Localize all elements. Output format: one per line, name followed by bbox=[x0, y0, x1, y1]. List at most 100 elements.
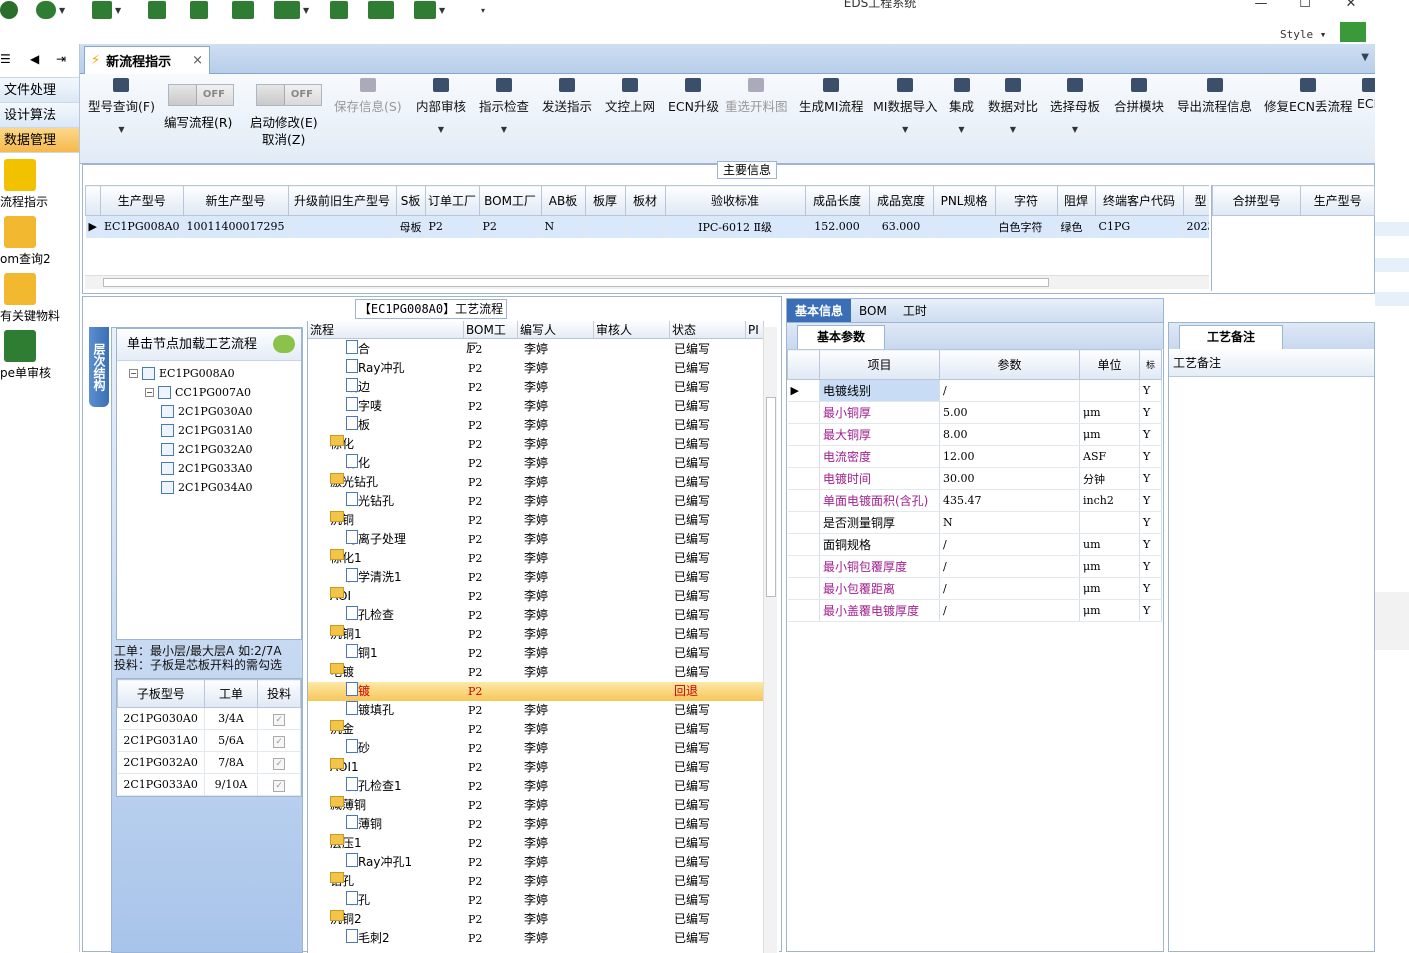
main-cell[interactable] bbox=[585, 215, 626, 238]
minimize-icon[interactable]: — bbox=[1246, 0, 1276, 11]
copy-icon[interactable] bbox=[232, 0, 254, 20]
process-row[interactable]: −沉铜 P2 李婷 已编写 bbox=[308, 511, 763, 530]
list-icon[interactable]: ▼ bbox=[274, 0, 309, 20]
process-row[interactable]: 盲孔检查 P2 李婷 已编写 bbox=[308, 606, 763, 625]
collapse-icon[interactable]: − bbox=[129, 369, 138, 378]
param-value[interactable]: / bbox=[939, 555, 1080, 578]
tab-process-notes[interactable]: 工艺备注 bbox=[1179, 325, 1283, 349]
ribbon-button[interactable]: 发送指示 bbox=[542, 78, 592, 115]
maximize-icon[interactable]: ☐ bbox=[1290, 0, 1320, 11]
process-row[interactable]: −棕化 P2 李婷 已编写 bbox=[308, 435, 763, 454]
tree-node[interactable]: − EC1PG008A0 bbox=[129, 367, 235, 380]
param-row[interactable]: 单面电镀面积(含孔) 435.47 inch2 Y bbox=[787, 489, 1162, 512]
dropdown-arrow-icon[interactable]: ▼ bbox=[1050, 125, 1100, 134]
settings-icon[interactable]: ▼ bbox=[36, 0, 65, 20]
param-row[interactable]: 电镀时间 30.00 分钟 Y bbox=[787, 467, 1162, 490]
tab-dropdown-icon[interactable]: ▼ bbox=[1361, 52, 1369, 63]
dropdown-arrow-icon[interactable]: ▼ bbox=[988, 125, 1038, 134]
feed-checkbox[interactable]: ✓ bbox=[273, 735, 286, 748]
main-cell[interactable]: 10011400017295 bbox=[183, 215, 289, 238]
tree-node[interactable]: 2C1PG031A0 bbox=[161, 424, 253, 437]
sub-row[interactable]: 2C1PG031A0 5/6A ✓ bbox=[117, 729, 301, 752]
tab-close-icon[interactable]: × bbox=[192, 53, 203, 68]
hierarchy-tab[interactable]: 层次结构 bbox=[89, 327, 109, 407]
cancel-modify-label[interactable]: 取消(Z) bbox=[262, 129, 305, 148]
sub-order[interactable]: 7/8A bbox=[204, 751, 259, 774]
process-row[interactable]: −棕化1 P2 李婷 已编写 bbox=[308, 549, 763, 568]
param-value[interactable]: / bbox=[939, 577, 1080, 600]
process-row[interactable]: 板镀 P2 回退 bbox=[308, 682, 763, 701]
process-row[interactable]: 烘板 P2 李婷 已编写 bbox=[308, 416, 763, 435]
ribbon-button[interactable]: 集成 ▼ bbox=[949, 78, 974, 134]
process-row[interactable]: 化学清洗1 P2 李婷 已编写 bbox=[308, 568, 763, 587]
sub-order[interactable]: 3/4A bbox=[204, 707, 259, 730]
ribbon-button[interactable]: 保存信息(S) bbox=[334, 78, 402, 115]
collapse-icon[interactable]: − bbox=[145, 388, 154, 397]
nav-menu-icon[interactable]: ☰ bbox=[0, 52, 11, 66]
dropdown-arrow-icon[interactable]: ▼ bbox=[949, 125, 974, 134]
param-row[interactable]: 最大铜厚 8.00 μm Y bbox=[787, 423, 1162, 446]
feed-checkbox[interactable]: ✓ bbox=[273, 779, 286, 792]
hscroll-thumb[interactable] bbox=[103, 278, 1049, 287]
tree-node[interactable]: − CC1PG007A0 bbox=[145, 386, 251, 399]
process-row[interactable]: 盲孔检查1 P2 李婷 已编写 bbox=[308, 777, 763, 796]
param-row[interactable]: ▶ 电镀线别 / Y bbox=[787, 379, 1162, 402]
sub-order[interactable]: 5/6A bbox=[204, 729, 259, 752]
process-row[interactable]: 棕化 P2 李婷 已编写 bbox=[308, 454, 763, 473]
process-row[interactable]: −AOI1 P2 李婷 已编写 bbox=[308, 758, 763, 777]
process-row[interactable]: 铣边 P2 李婷 已编写 bbox=[308, 378, 763, 397]
main-cell[interactable] bbox=[625, 215, 666, 238]
nav-item[interactable]: 设计算法 bbox=[0, 103, 79, 128]
process-vscroll[interactable] bbox=[763, 327, 777, 953]
process-row[interactable]: 电镀填孔 P2 李婷 已编写 bbox=[308, 701, 763, 720]
ribbon-button[interactable]: ECN升级 bbox=[668, 78, 719, 115]
toggle-start-modify[interactable]: OFF bbox=[256, 84, 322, 106]
nav-shortcut[interactable]: 流程指示 bbox=[0, 159, 80, 210]
main-cell[interactable]: 63.000 bbox=[869, 215, 934, 238]
main-info-hscroll[interactable] bbox=[85, 275, 1209, 289]
vscroll-thumb[interactable] bbox=[766, 397, 776, 597]
tree-node[interactable]: 2C1PG032A0 bbox=[161, 443, 253, 456]
sub-order[interactable]: 9/10A bbox=[204, 773, 259, 796]
process-row[interactable]: −沉铜2 P2 李婷 已编写 bbox=[308, 910, 763, 929]
toggle-write-process[interactable]: OFF bbox=[168, 84, 234, 106]
ribbon-button[interactable]: 内部审核 ▼ bbox=[416, 78, 466, 134]
customize-icon[interactable]: ▾ bbox=[478, 0, 485, 20]
ribbon-button[interactable]: 生成MI流程 bbox=[799, 78, 863, 115]
window-icon[interactable]: ▼ bbox=[414, 0, 445, 20]
process-row[interactable]: −AOI P2 李婷 已编写 bbox=[308, 587, 763, 606]
user-icon[interactable] bbox=[330, 0, 348, 20]
ribbon-button[interactable]: 导出流程信息 bbox=[1177, 78, 1252, 115]
main-cell[interactable]: 2023 bbox=[1183, 215, 1209, 238]
process-row[interactable]: X-Ray冲孔 P2 李婷 已编写 bbox=[308, 359, 763, 378]
ribbon-button[interactable]: 重选开料图 bbox=[725, 78, 788, 115]
process-row[interactable]: 激光钻孔 P2 李婷 已编写 bbox=[308, 492, 763, 511]
main-cell[interactable] bbox=[933, 215, 996, 238]
main-cell[interactable]: 母板 bbox=[396, 215, 426, 238]
ribbon-button[interactable]: 数据对比 ▼ bbox=[988, 78, 1038, 134]
ribbon-button[interactable]: 选择母板 ▼ bbox=[1050, 78, 1100, 134]
process-row[interactable]: 打字唛 P2 李婷 已编写 bbox=[308, 397, 763, 416]
style-selector[interactable]: Style ▾ bbox=[1280, 28, 1326, 41]
param-value[interactable]: 30.00 bbox=[939, 467, 1080, 490]
param-value[interactable]: N bbox=[939, 511, 1080, 534]
main-cell[interactable]: N bbox=[541, 215, 586, 238]
ribbon-button[interactable]: 指示检查 ▼ bbox=[479, 78, 529, 134]
sub-row[interactable]: 2C1PG032A0 7/8A ✓ bbox=[117, 751, 301, 774]
process-row[interactable]: −激光钻孔 P2 李婷 已编写 bbox=[308, 473, 763, 492]
tab-work-hours[interactable]: 工时 bbox=[895, 299, 935, 322]
param-value[interactable]: 5.00 bbox=[939, 401, 1080, 424]
main-cell[interactable]: 白色字符 bbox=[995, 215, 1058, 238]
grid-icon[interactable]: ▼ bbox=[92, 0, 121, 20]
tab-bom[interactable]: BOM bbox=[851, 299, 895, 322]
dropdown-arrow-icon[interactable]: ▼ bbox=[479, 125, 529, 134]
dropdown-arrow-icon[interactable]: ▼ bbox=[88, 125, 155, 134]
ribbon-button[interactable]: 文控上网 bbox=[605, 78, 655, 115]
process-row[interactable]: −电镀 P2 李婷 已编写 bbox=[308, 663, 763, 682]
ribbon-button[interactable]: 合拼模块 bbox=[1114, 78, 1164, 115]
nav-back-icon[interactable]: ◀ bbox=[30, 52, 39, 66]
param-row[interactable]: 最小盖覆电镀厚度 / μm Y bbox=[787, 599, 1162, 622]
process-row[interactable]: −沉铜1 P2 李婷 已编写 bbox=[308, 625, 763, 644]
param-value[interactable]: 12.00 bbox=[939, 445, 1080, 468]
nav-item[interactable]: 数据管理 bbox=[0, 128, 79, 153]
